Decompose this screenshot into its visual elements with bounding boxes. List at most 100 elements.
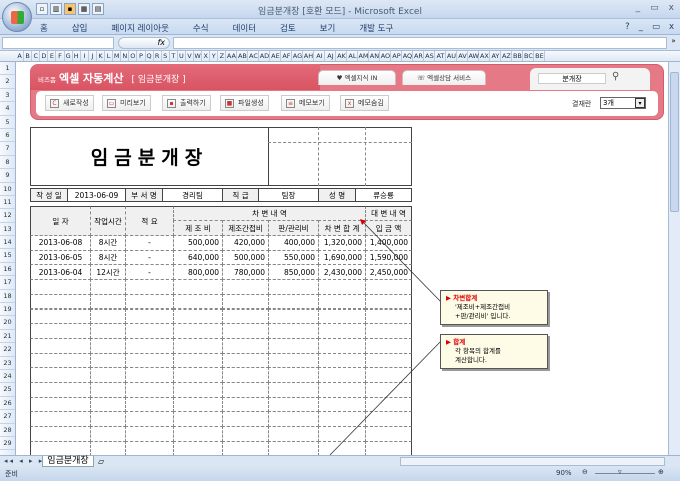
cell-overhead[interactable] [222,337,269,354]
row-header[interactable]: 15 [0,249,15,263]
row-header[interactable]: 3 [0,89,15,103]
cell-total[interactable] [318,323,366,339]
cell-total[interactable] [318,337,366,354]
row-header[interactable]: 1 [0,62,15,76]
cell-date[interactable] [30,352,91,369]
cell-hours[interactable]: 8시간 [90,235,126,251]
column-header[interactable]: AV [457,51,469,61]
cell-total[interactable] [318,308,366,325]
cell-hours[interactable] [90,337,126,354]
chart-icon[interactable]: ▥ [50,3,62,15]
row-header[interactable]: 27 [0,410,15,424]
cell-memo[interactable] [125,426,174,442]
column-header[interactable]: AG [292,51,304,61]
cell-hours[interactable]: 12시간 [90,264,126,281]
cell-memo[interactable] [125,323,174,339]
row-header[interactable]: 4 [0,102,15,116]
row-header[interactable]: 12 [0,209,15,223]
column-header[interactable]: X [202,51,211,61]
column-header[interactable]: R [154,51,162,61]
save-icon[interactable]: ▪ [64,3,76,15]
cell-memo[interactable] [125,279,174,295]
column-header[interactable]: BB [512,51,524,61]
cell-deposit[interactable] [365,337,412,354]
column-header[interactable]: BC [523,51,535,61]
column-header[interactable]: J [89,51,97,61]
cell-mfg[interactable]: 800,000 [173,264,223,281]
column-header[interactable]: AY [490,51,502,61]
column-header[interactable]: AO [380,51,392,61]
cell-hours[interactable] [90,411,126,428]
column-header[interactable]: AW [468,51,480,61]
zoom-slider[interactable] [595,473,655,474]
cell-total[interactable] [318,426,366,442]
cell-mfg[interactable] [173,352,223,369]
tab-data[interactable]: 데이터 [233,22,256,34]
tab-page-layout[interactable]: 페이지 레이아웃 [111,22,168,34]
cell-hours[interactable] [90,396,126,413]
cell-mfg[interactable] [173,411,223,428]
cell-deposit[interactable] [365,426,412,442]
cell-date[interactable] [30,308,91,325]
cell-date[interactable]: 2013-06-04 [30,264,91,281]
excel-knowledge-link[interactable]: ♥ 엑셀지식 IN [318,70,396,85]
column-header[interactable]: Z [218,51,227,61]
column-header[interactable]: Y [210,51,219,61]
column-header[interactable]: S [162,51,170,61]
column-header[interactable]: AL [347,51,359,61]
cell-deposit[interactable]: 2,450,000 [365,264,412,281]
column-header[interactable]: AQ [402,51,414,61]
scroll-thumb[interactable] [670,72,679,212]
cell-admin[interactable] [268,337,319,354]
cell-admin[interactable] [268,308,319,325]
column-header[interactable]: V [186,51,195,61]
cell-mfg[interactable] [173,367,223,383]
cell-total[interactable] [318,352,366,369]
column-header[interactable]: AK [336,51,348,61]
insert-sheet-icon[interactable]: ▱ [98,457,104,466]
row-header[interactable]: 29 [0,437,15,451]
cell-overhead[interactable] [222,308,269,325]
cell-date[interactable] [30,396,91,413]
cell-date[interactable] [30,323,91,339]
column-header[interactable]: BE [534,51,546,61]
insert-function-button[interactable]: fx [118,37,170,49]
cell-hours[interactable] [90,352,126,369]
cell-date[interactable] [30,337,91,354]
column-header[interactable]: B [24,51,33,61]
cell-date[interactable] [30,367,91,383]
minimize-button[interactable]: _ [636,3,641,13]
cell-overhead[interactable] [222,382,269,398]
print-button[interactable]: ▪ 출력하기 [162,95,211,111]
cell-date[interactable] [30,426,91,442]
row-header[interactable]: 23 [0,357,15,370]
cell-memo[interactable] [125,367,174,383]
preview-button[interactable]: ▭ 미리보기 [102,95,151,111]
cell-mfg[interactable] [173,382,223,398]
cell-mfg[interactable] [173,323,223,339]
cell-deposit[interactable] [365,308,412,325]
cell-admin[interactable] [268,323,319,339]
cell-memo[interactable] [125,293,174,310]
column-header[interactable]: C [32,51,41,61]
column-header[interactable]: T [170,51,178,61]
grid-icon[interactable]: ▤ [92,3,104,15]
column-header[interactable]: AC [248,51,260,61]
column-header[interactable]: AP [391,51,403,61]
rank-value[interactable]: 팀장 [258,188,319,202]
cell-date[interactable] [30,411,91,428]
vertical-scrollbar[interactable] [668,62,680,455]
cell-mfg[interactable] [173,308,223,325]
cell-overhead[interactable] [222,352,269,369]
cell-hours[interactable] [90,308,126,325]
cell-deposit[interactable] [365,382,412,398]
cell-deposit[interactable] [365,323,412,339]
column-header[interactable]: W [194,51,203,61]
cell-total[interactable] [318,411,366,428]
cell-mfg[interactable]: 640,000 [173,249,223,266]
row-header[interactable]: 17 [0,276,15,290]
column-header[interactable]: H [73,51,81,61]
excel-consult-link[interactable]: ☏ 엑셀상담 서비스 [402,70,486,85]
column-header[interactable]: E [48,51,57,61]
cell-overhead[interactable] [222,279,269,295]
